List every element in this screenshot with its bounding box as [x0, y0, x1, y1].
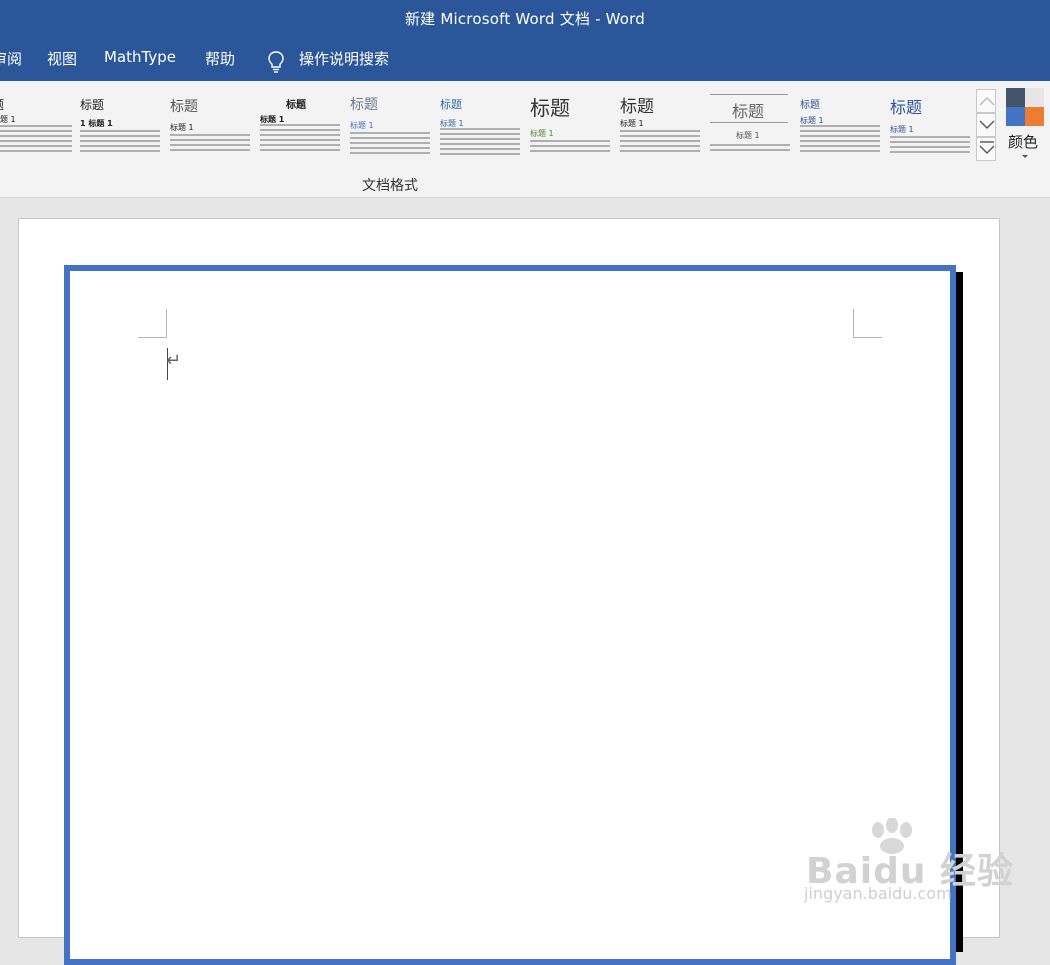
color-swatch [1025, 88, 1044, 107]
tab-review[interactable]: 审阅 [0, 48, 22, 69]
ribbon: 题 标题 1 标题 1 标题 1 标题 标题 1 标题 标题 1 标题 标题 1 [0, 81, 1050, 198]
thumb-heading: 标题 1 [0, 115, 16, 124]
colors-label: 颜色 [1008, 133, 1039, 151]
thumb-title: 标题 [732, 102, 765, 121]
title-bar: 新建 Microsoft Word 文档 - Word 审阅 视图 MathTy… [0, 0, 1050, 81]
gallery-scroll-down-button[interactable] [976, 113, 996, 137]
thumb-title: 标题 [80, 98, 105, 112]
style-set-thumb[interactable]: 标题 标题 1 [166, 88, 252, 158]
style-set-thumb[interactable]: 标题 标题 1 [616, 88, 702, 158]
thumb-heading: 标题 1 [890, 125, 914, 134]
chevron-down-icon [979, 120, 995, 129]
style-set-thumb[interactable]: 题 标题 1 [0, 88, 74, 158]
paragraph-mark: ↵ [166, 350, 182, 371]
thumb-heading: 1 标题 1 [80, 119, 113, 128]
thumb-heading: 标题 1 [170, 123, 194, 132]
tab-help[interactable]: 帮助 [205, 48, 235, 69]
style-set-thumb[interactable]: 标题 标题 1 [796, 88, 882, 158]
theme-colors-button[interactable]: 颜色 [1003, 87, 1047, 167]
thumb-title: 标题 [440, 98, 462, 111]
crop-mark-top-left [138, 309, 167, 338]
thumb-title: 标题 [800, 100, 820, 111]
tab-view[interactable]: 视图 [47, 48, 77, 69]
style-set-thumb[interactable]: 标题 标题 1 [436, 88, 522, 158]
tab-mathtype[interactable]: MathType [104, 48, 176, 66]
style-set-thumb[interactable]: 标题 标题 1 [886, 88, 972, 158]
thumb-title: 标题 [350, 97, 378, 113]
thumb-heading: 标题 1 [736, 131, 760, 140]
expand-more-icon [979, 141, 995, 154]
gallery-more-button[interactable] [976, 137, 996, 161]
color-swatch [1006, 88, 1025, 107]
style-set-thumb[interactable]: 标题 标题 1 [256, 88, 342, 158]
thumb-title: 标题 [170, 99, 198, 115]
group-label-document-formatting: 文档格式 [362, 178, 418, 194]
thumb-title: 标题 [620, 97, 654, 117]
gallery-scroll-up-button[interactable] [976, 89, 996, 113]
thumb-heading: 标题 1 [530, 129, 554, 138]
style-set-thumb[interactable]: 标题 标题 1 [346, 88, 432, 158]
dropdown-caret-icon [1022, 155, 1028, 158]
color-swatch [1025, 107, 1044, 126]
color-swatch [1006, 107, 1025, 126]
thumb-heading: 标题 1 [350, 121, 374, 130]
style-set-thumb[interactable]: 标题 1 标题 1 [76, 88, 162, 158]
watermark-url: jingyan.baidu.com [804, 884, 952, 903]
lightbulb-icon [268, 51, 284, 73]
tell-me-label: 操作说明搜索 [299, 50, 390, 68]
thumb-heading: 标题 1 [620, 119, 644, 128]
thumb-title: 题 [0, 96, 4, 113]
thumb-title: 标题 [890, 98, 923, 117]
window-title: 新建 Microsoft Word 文档 - Word [404, 10, 646, 28]
style-set-thumb[interactable]: 标题 标题 1 [526, 88, 612, 158]
chevron-up-icon [979, 97, 995, 106]
thumb-title: 标题 [530, 96, 570, 120]
style-set-thumb[interactable]: 标题 标题 1 [706, 88, 792, 158]
watermark: Baidu 经验 jingyan.baidu.com [800, 818, 1013, 918]
crop-mark-top-right [853, 309, 882, 338]
thumb-title: 标题 [286, 100, 306, 111]
